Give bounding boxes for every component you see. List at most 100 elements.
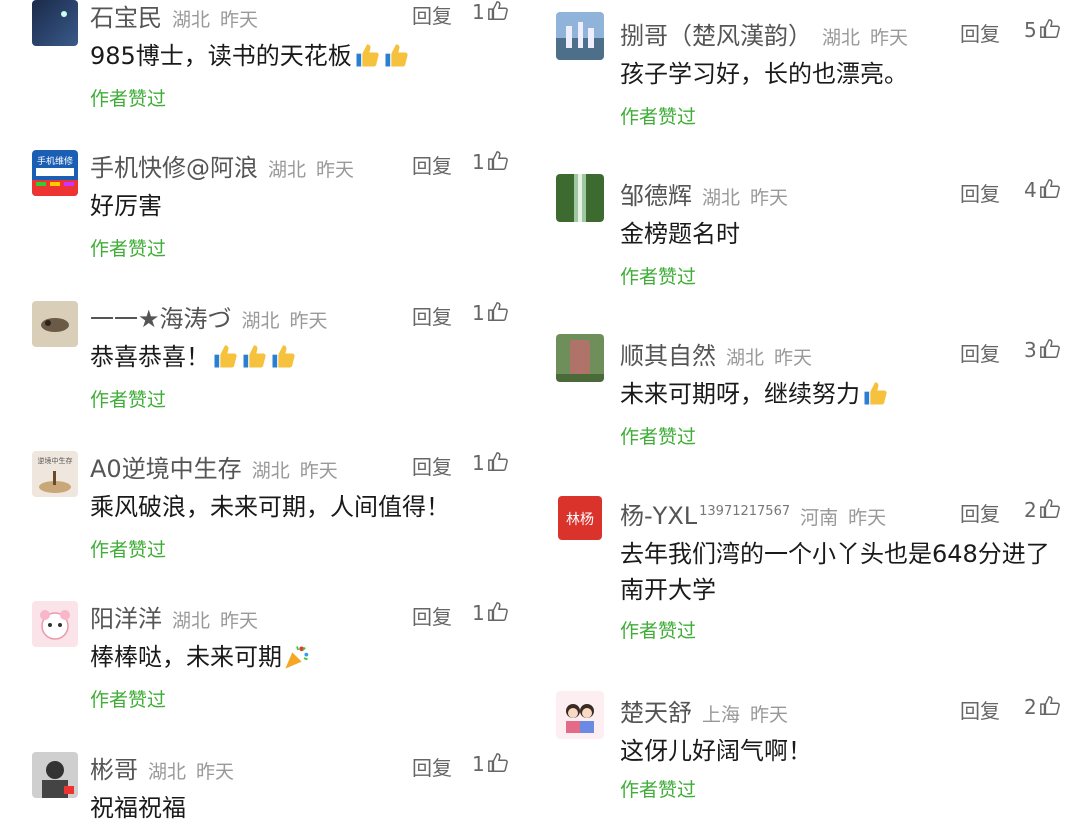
- avatar-text: 手机维修: [37, 155, 73, 167]
- like-button[interactable]: 4: [1024, 178, 1061, 202]
- commenter-name[interactable]: 彬哥 湖北 昨天: [90, 750, 234, 785]
- like-button[interactable]: 1: [472, 752, 509, 776]
- reply-button[interactable]: 回复: [960, 178, 1000, 207]
- comment-text: 这伢儿好阔气啊！: [620, 737, 812, 765]
- avatar[interactable]: [32, 752, 78, 798]
- like-button[interactable]: 1: [472, 150, 509, 174]
- commenter-name[interactable]: 手机快修@阿浪 湖北 昨天: [90, 148, 354, 183]
- thumbs-up-icon: [864, 382, 887, 405]
- like-button[interactable]: 1: [472, 601, 509, 625]
- thumbs-up-icon: [1039, 696, 1060, 715]
- like-count: 1: [472, 150, 485, 174]
- reply-button[interactable]: 回复: [960, 338, 1000, 367]
- reply-button[interactable]: 回复: [960, 18, 1000, 47]
- like-count: 1: [472, 451, 485, 475]
- like-count: 1: [472, 301, 485, 325]
- like-button[interactable]: 1: [472, 301, 509, 325]
- author-liked-label: 作者赞过: [90, 238, 167, 260]
- commenter-name[interactable]: 顺其自然 湖北 昨天: [620, 336, 812, 371]
- comment-location: 湖北: [726, 347, 765, 369]
- like-count: 4: [1024, 178, 1037, 202]
- like-button[interactable]: 2: [1024, 695, 1061, 719]
- avatar[interactable]: 逆境中生存: [32, 451, 78, 497]
- commenter-name[interactable]: 楚天舒 上海 昨天: [620, 693, 788, 728]
- comment-time: 昨天: [774, 347, 813, 369]
- commenter-name[interactable]: 杨-YXL 13971217567 河南 昨天: [620, 496, 886, 531]
- thumbs-up-icon: [487, 302, 508, 321]
- author-liked-label: 作者赞过: [90, 689, 167, 711]
- comment-time: 昨天: [220, 610, 259, 632]
- commenter-name[interactable]: 石宝民 湖北 昨天: [90, 0, 258, 33]
- comment-text: 好厉害: [90, 192, 162, 220]
- comment-location: 湖北: [702, 187, 741, 209]
- thumbs-up-icon: [487, 753, 508, 772]
- commenter-name[interactable]: A0逆境中生存 湖北 昨天: [90, 449, 338, 484]
- author-liked-label: 作者赞过: [90, 88, 167, 110]
- like-button[interactable]: 2: [1024, 498, 1061, 522]
- comment-text: 去年我们湾的一个小丫头也是648分进了南开大学: [620, 540, 1050, 604]
- like-count: 5: [1024, 18, 1037, 42]
- commenter-name[interactable]: 捌哥（楚风漢韵） 湖北 昨天: [620, 16, 908, 51]
- comment-time: 昨天: [316, 159, 355, 181]
- comment-time: 昨天: [870, 27, 909, 49]
- comment-text: 孩子学习好，长的也漂亮。: [620, 60, 908, 88]
- avatar[interactable]: [32, 301, 78, 347]
- reply-button[interactable]: 回复: [412, 601, 452, 630]
- like-count: 2: [1024, 498, 1037, 522]
- reply-button[interactable]: 回复: [960, 498, 1000, 527]
- thumbs-up-icon: [214, 345, 237, 368]
- avatar[interactable]: [32, 0, 78, 46]
- thumbs-up-icon: [1039, 339, 1060, 358]
- thumbs-up-icon: [385, 44, 408, 67]
- thumbs-up-icon: [487, 151, 508, 170]
- comment-text: 未来可期呀，继续努力: [620, 376, 1060, 412]
- like-button[interactable]: 5: [1024, 18, 1061, 42]
- comment-text: 恭喜恭喜！: [90, 339, 510, 375]
- avatar-text: 逆境中生存: [38, 456, 73, 465]
- commenter-name[interactable]: 阳洋洋 湖北 昨天: [90, 599, 258, 634]
- comment-time: 昨天: [299, 460, 338, 482]
- avatar[interactable]: [556, 174, 604, 222]
- thumbs-up-icon: [1039, 179, 1060, 198]
- avatar[interactable]: [556, 691, 604, 739]
- reply-button[interactable]: 回复: [412, 150, 452, 179]
- reply-button[interactable]: 回复: [412, 451, 452, 480]
- comment-location: 湖北: [822, 27, 861, 49]
- thumbs-up-icon: [487, 1, 508, 20]
- like-count: 1: [472, 752, 485, 776]
- reply-button[interactable]: 回复: [960, 695, 1000, 724]
- like-button[interactable]: 1: [472, 0, 509, 24]
- reply-button[interactable]: 回复: [412, 301, 452, 330]
- commenter-name[interactable]: 一一★海涛づ 湖北 昨天: [90, 299, 328, 334]
- comment-location: 湖北: [241, 310, 280, 332]
- avatar[interactable]: [556, 12, 604, 60]
- comment-location: 湖北: [148, 761, 187, 783]
- commenter-phone: 13971217567: [699, 504, 791, 519]
- thumbs-up-icon: [272, 345, 295, 368]
- party-popper-icon: [285, 646, 309, 669]
- author-liked-label: 作者赞过: [620, 779, 697, 801]
- reply-button[interactable]: 回复: [412, 752, 452, 781]
- comment-time: 昨天: [289, 310, 328, 332]
- comment-time: 昨天: [220, 9, 259, 31]
- avatar-text: 林杨: [566, 512, 594, 528]
- avatar[interactable]: [32, 601, 78, 647]
- comment-text: 金榜题名时: [620, 220, 740, 248]
- reply-button[interactable]: 回复: [412, 0, 452, 29]
- comment-location: 湖北: [172, 610, 211, 632]
- comment-time: 昨天: [848, 507, 887, 529]
- avatar[interactable]: [556, 334, 604, 382]
- comment-time: 昨天: [750, 187, 789, 209]
- commenter-name[interactable]: 邹德辉 湖北 昨天: [620, 176, 788, 211]
- comment-text: 985博士，读书的天花板: [90, 38, 510, 74]
- comment-time: 昨天: [750, 704, 789, 726]
- like-button[interactable]: 3: [1024, 338, 1061, 362]
- like-button[interactable]: 1: [472, 451, 509, 475]
- avatar[interactable]: 林杨: [556, 494, 604, 542]
- comment-location: 湖北: [251, 460, 290, 482]
- avatar[interactable]: 手机维修: [32, 150, 78, 196]
- comment-text: 棒棒哒，未来可期: [90, 639, 510, 675]
- like-count: 1: [472, 0, 485, 24]
- comment-location: 湖北: [268, 159, 307, 181]
- comment-text: 乘风破浪，未来可期，人间值得！: [90, 493, 450, 521]
